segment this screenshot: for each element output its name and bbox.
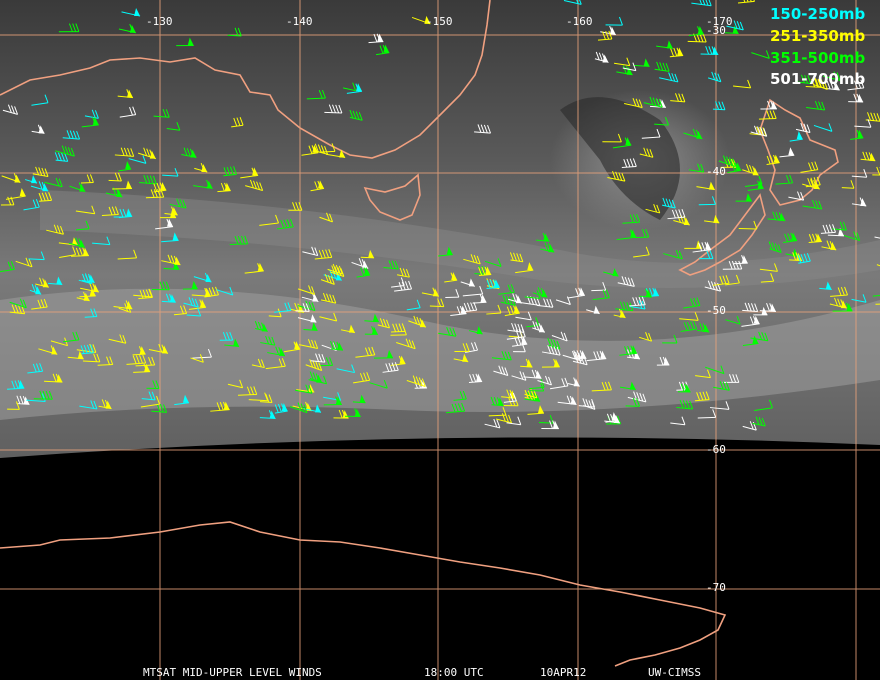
lat-label: -30 [706, 24, 726, 37]
footer-caption: MTSAT MID-UPPER LEVEL WINDS 18:00 UTC 10… [143, 666, 701, 679]
footer-source: UW-CIMSS [648, 666, 701, 679]
lon-label: -160 [566, 15, 593, 28]
footer-date: 10APR12 [540, 666, 586, 679]
legend-251-350: 251-350mb [770, 27, 865, 45]
lat-label: -70 [706, 581, 726, 594]
antarctica-coast [0, 521, 727, 667]
lat-label: -50 [706, 304, 726, 317]
legend-351-500: 351-500mb [770, 49, 865, 67]
legend-150-250: 150-250mb [770, 5, 865, 23]
legend-501-700: 501-700mb [770, 70, 865, 88]
lon-label: -150 [426, 15, 453, 28]
lat-label: -60 [706, 443, 726, 456]
satellite-wind-map: -130 -140 -150 -160 -170 -30 -40 -50 -60… [0, 0, 880, 680]
footer-time: 18:00 UTC [424, 666, 484, 679]
lon-label: -140 [286, 15, 313, 28]
footer-product: MTSAT MID-UPPER LEVEL WINDS [143, 666, 322, 679]
lat-label: -40 [706, 165, 726, 178]
lon-label: -130 [146, 15, 173, 28]
